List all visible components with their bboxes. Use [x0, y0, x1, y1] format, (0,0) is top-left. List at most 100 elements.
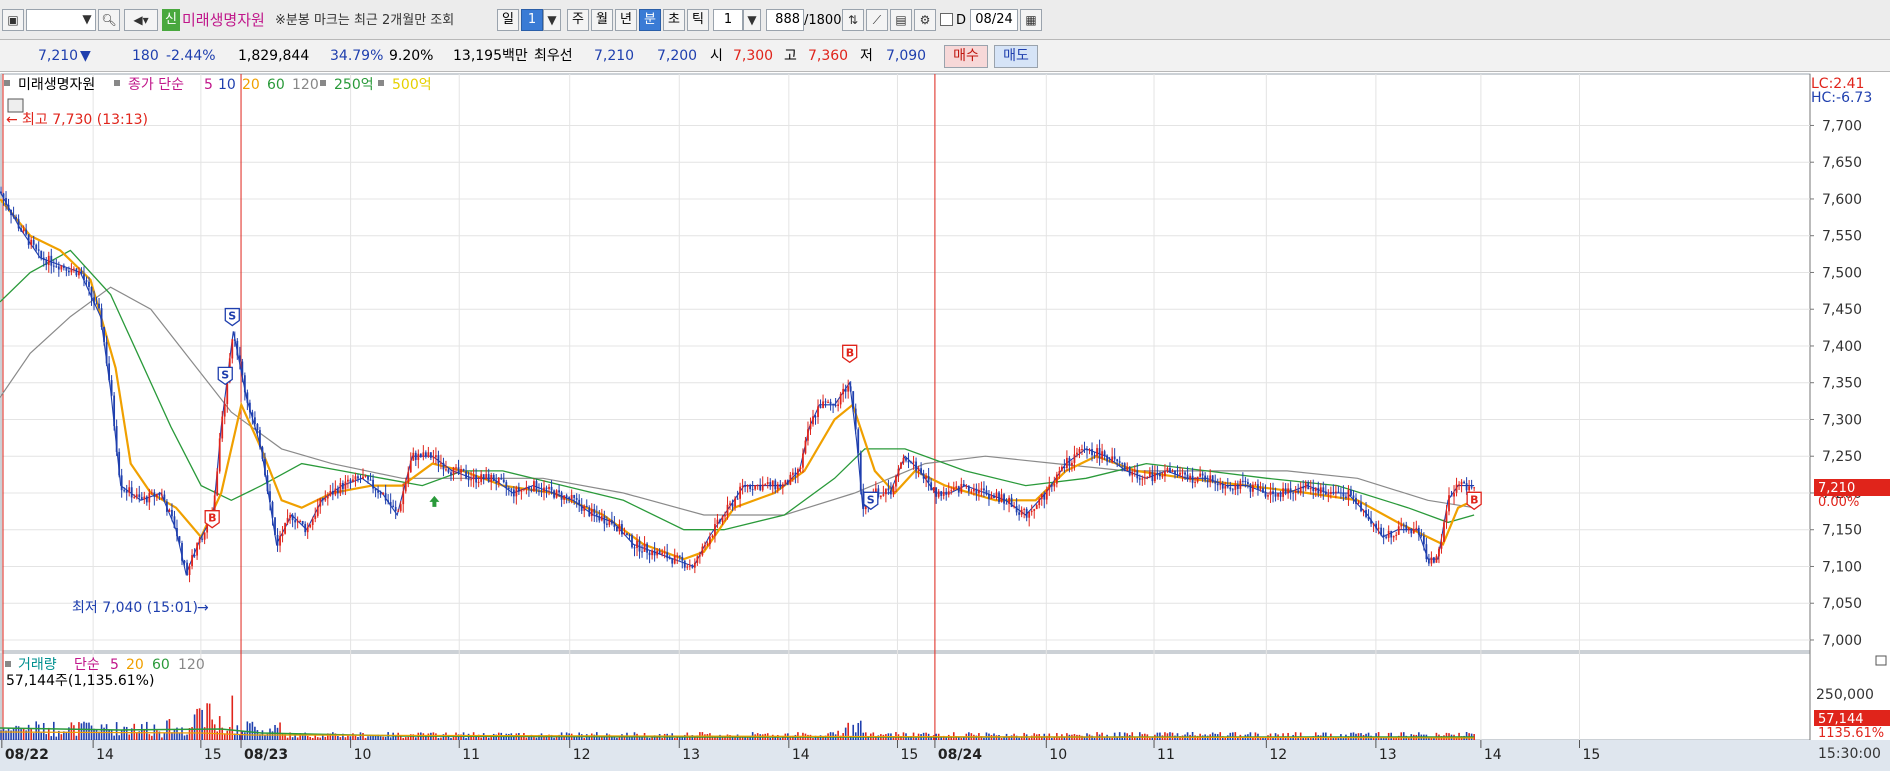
candle-body	[432, 457, 435, 459]
candle-body	[419, 453, 422, 457]
low-price: 7,090	[886, 48, 927, 64]
collapse-icon[interactable]	[1875, 655, 1887, 666]
volume-bar	[367, 736, 369, 740]
volume-bar	[1186, 732, 1189, 740]
calendar-icon[interactable]: ▦	[1020, 9, 1042, 31]
candle-body	[110, 380, 113, 396]
period-year-button[interactable]: 년	[615, 9, 637, 31]
x-tick-label: 10	[354, 747, 372, 763]
save-icon[interactable]: ▤	[890, 9, 912, 31]
search-icon[interactable]: 🔍︎	[98, 9, 120, 31]
period-second-button[interactable]: 초	[663, 9, 685, 31]
candle-body	[143, 496, 146, 500]
candle-body	[88, 281, 90, 287]
period-week-button[interactable]: 주	[567, 9, 589, 31]
candle-body	[130, 487, 133, 498]
chevron-down-icon[interactable]: ▼	[78, 9, 96, 31]
candle-body	[618, 524, 621, 532]
candle-body	[681, 556, 684, 561]
candle-body	[198, 538, 201, 544]
candle-body	[930, 482, 933, 491]
volume-bar	[206, 703, 208, 740]
date-checkbox-label: D	[956, 13, 967, 28]
chevron-down-icon[interactable]: ▼	[543, 9, 561, 31]
candle-type-icon[interactable]: ⇅	[842, 9, 864, 31]
candle-body	[372, 479, 374, 489]
legend-toggle-icon[interactable]	[114, 80, 120, 86]
volume-bar	[402, 737, 405, 740]
candle-body	[1427, 559, 1430, 564]
candle-body	[1081, 449, 1083, 451]
candle-body	[394, 506, 397, 511]
gear-icon[interactable]: ⚙	[914, 9, 936, 31]
period-tick-button[interactable]: 틱	[687, 9, 709, 31]
volume-bar	[78, 722, 80, 740]
candle-body	[1053, 483, 1056, 487]
period-value-select[interactable]: 1	[521, 9, 543, 31]
chevron-down-icon[interactable]: ▼	[743, 9, 761, 31]
legend-toggle-icon[interactable]	[4, 80, 10, 86]
data-count-input[interactable]: 888	[766, 9, 804, 31]
candle-body	[590, 508, 593, 517]
price-change: 180	[132, 48, 159, 64]
volume-bar	[52, 721, 55, 740]
line-draw-icon[interactable]: ⟋	[866, 9, 888, 31]
candle-body	[522, 489, 525, 491]
candle-body	[990, 495, 993, 499]
volume-bar	[384, 736, 387, 740]
candle-body	[751, 489, 754, 491]
candle-body	[256, 424, 259, 431]
candle-body	[133, 497, 136, 499]
legend-toggle-icon[interactable]	[320, 80, 326, 86]
candle-body	[1181, 472, 1184, 474]
candle-body	[739, 486, 741, 499]
candle-body	[1003, 494, 1005, 504]
candle-body	[1133, 470, 1136, 472]
candle-body	[1199, 473, 1202, 477]
date-input[interactable]: 08/24	[970, 9, 1018, 31]
volume-bar	[1000, 737, 1003, 740]
legend-close-label: 종가 단순	[128, 77, 184, 93]
volume-bar	[673, 737, 676, 740]
candle-body	[452, 467, 455, 475]
interval-select[interactable]: 1	[713, 9, 743, 31]
calendar-icon[interactable]	[7, 98, 24, 113]
volume-bar	[1352, 732, 1355, 740]
candle-body	[1071, 462, 1073, 466]
candle-body	[12, 215, 15, 217]
volume-legend-ma20: 20	[126, 657, 144, 673]
sound-menu-icon[interactable]: ◀▾	[124, 9, 158, 31]
candle-body	[764, 484, 767, 486]
candle-body	[1284, 488, 1287, 494]
date-checkbox[interactable]	[940, 13, 953, 26]
chart-settings-icon[interactable]: ▣	[2, 9, 24, 31]
volume-bar	[135, 732, 138, 740]
legend-ma120: 120	[292, 77, 319, 93]
candle-body	[678, 555, 681, 557]
candle-body	[1221, 483, 1224, 489]
candle-body	[789, 474, 792, 485]
candle-body	[480, 474, 483, 482]
candle-body	[397, 510, 400, 512]
legend-toggle-icon[interactable]	[378, 80, 384, 86]
candle-body	[1151, 471, 1154, 482]
volume-bar	[440, 737, 442, 740]
candle-body	[912, 461, 915, 463]
y-tick-label: 7,150	[1822, 523, 1862, 539]
buy-button[interactable]: 매수	[944, 45, 988, 68]
period-month-button[interactable]: 월	[591, 9, 613, 31]
volume-bar	[218, 716, 221, 740]
candle-body	[902, 457, 905, 463]
candle-body	[158, 494, 161, 496]
legend-toggle-icon[interactable]	[5, 661, 11, 667]
candle-body	[1239, 480, 1242, 489]
candle-body	[316, 506, 319, 516]
candle-body	[653, 550, 656, 556]
candle-body	[970, 491, 973, 493]
period-day-button[interactable]: 일	[497, 9, 519, 31]
sell-button[interactable]: 매도	[994, 45, 1038, 68]
period-minute-button[interactable]: 분	[639, 9, 661, 31]
candle-body	[1420, 534, 1423, 536]
candle-body	[1458, 484, 1460, 486]
volume-bar	[414, 737, 417, 740]
